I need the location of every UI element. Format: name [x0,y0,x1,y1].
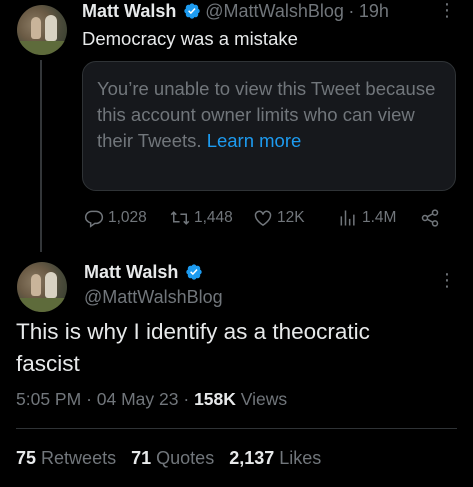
retweet-icon [170,211,190,225]
views-count: 1.4M [362,209,397,226]
author-handle[interactable]: @MattWalshBlog [205,1,344,21]
heart-icon [254,210,272,226]
tweet-time[interactable]: 5:05 PM [16,389,81,409]
share-button[interactable] [420,208,440,228]
main-author-name[interactable]: Matt Walsh [84,262,178,282]
quotes-stat[interactable]: 71 Quotes [131,448,219,468]
views-button[interactable]: 1.4M [338,208,396,228]
separator: · [86,389,92,409]
retweets-stat[interactable]: 75 Retweets [16,448,121,468]
reply-icon [84,210,104,228]
quotes-count: 71 [131,448,152,468]
verified-badge-icon [184,3,200,19]
share-icon [421,209,439,227]
avatar[interactable] [17,5,67,55]
tweet-stats: 75 Retweets 71 Quotes 2,137 Likes [16,448,321,469]
divider [16,428,457,429]
retweets-count: 75 [16,448,37,468]
timestamp[interactable]: 19h [359,1,389,21]
views-count: 158K [194,389,236,409]
like-count: 12K [277,209,305,226]
main-author-name-row: Matt Walsh [84,262,203,283]
retweets-label: Retweets [41,448,117,468]
quotes-label: Quotes [156,448,215,468]
views-label: Views [240,389,288,409]
likes-stat[interactable]: 2,137 Likes [229,448,321,468]
views-chart-icon [340,210,355,226]
retweet-button[interactable]: 1,448 [170,208,233,228]
main-author-handle[interactable]: @MattWalshBlog [84,287,223,308]
tweet-date[interactable]: 04 May 23 [97,389,179,409]
tweet-header: Matt Walsh @MattWalshBlog · 19h [82,1,389,22]
tweet-actions: 1,028 1,448 12K 1.4M [0,206,473,230]
more-options-icon[interactable]: ⋮ [438,270,456,291]
likes-count: 2,137 [229,448,275,468]
learn-more-link[interactable]: Learn more [207,130,302,151]
separator: · [183,389,190,409]
retweet-count: 1,448 [194,209,233,226]
avatar[interactable] [17,262,67,312]
more-options-icon[interactable]: ⋮ [438,0,456,21]
like-button[interactable]: 12K [253,208,305,228]
tweet-meta: 5:05 PM · 04 May 23 · 158K Views [16,389,287,410]
main-tweet-text: This is why I identify as a theocratic f… [16,319,370,376]
likes-label: Likes [279,448,322,468]
unavailable-tweet-card: You’re unable to view this Tweet because… [82,61,456,191]
verified-badge-icon [186,264,202,280]
reply-button[interactable]: 1,028 [84,208,147,228]
separator: · [348,1,355,21]
author-name[interactable]: Matt Walsh [82,1,176,21]
tweet-text: Democracy was a mistake [82,28,298,49]
reply-count: 1,028 [108,209,147,226]
